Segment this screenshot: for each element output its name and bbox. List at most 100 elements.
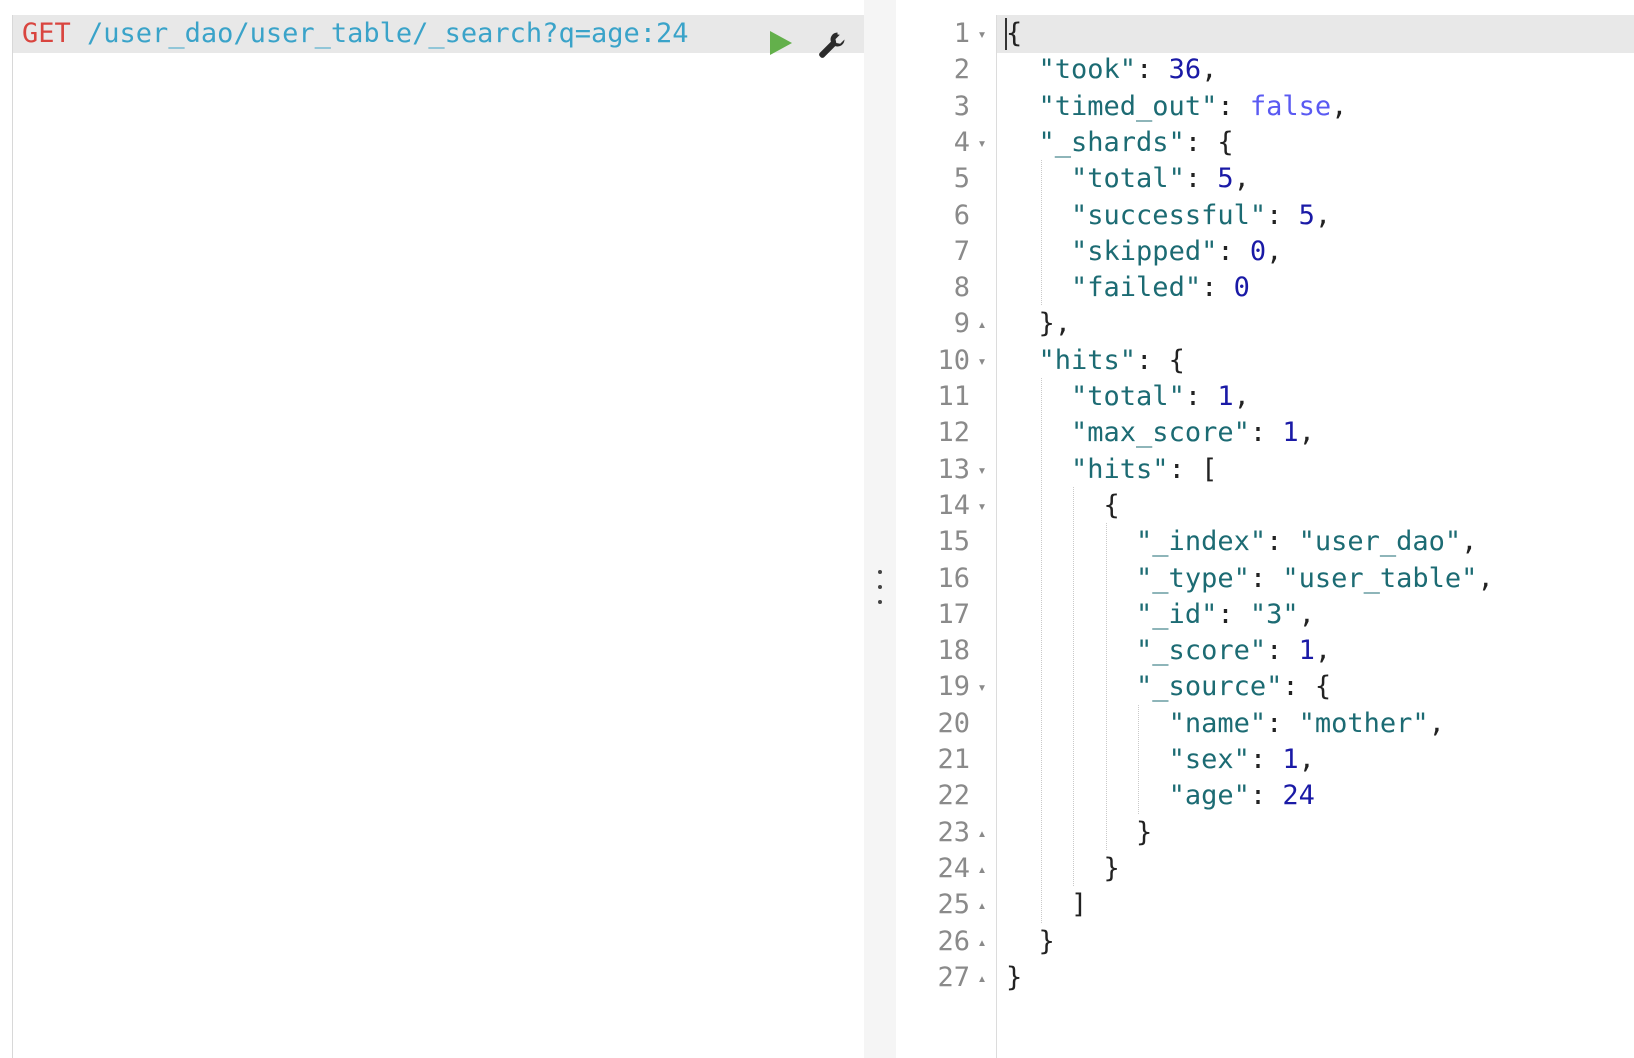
line-number: 25	[937, 889, 970, 921]
token-punc: :	[1217, 90, 1250, 122]
token-punc: ,	[1314, 635, 1332, 667]
fold-arrow-up-icon[interactable]: ▴	[975, 959, 989, 997]
fold-arrow-up-icon[interactable]: ▴	[975, 886, 989, 924]
token-punc: ,	[1477, 562, 1494, 594]
token-key: "_type"	[1136, 562, 1250, 594]
token-punc: }	[1006, 852, 1120, 884]
token-key: "max_score"	[1071, 417, 1250, 449]
token-punc	[1006, 200, 1071, 231]
response-viewer[interactable]: 1 ▾{2 "took": 36, 3 "timed_out": false, 4 ▾ …	[896, 0, 1634, 1058]
token-punc: :	[1249, 780, 1283, 812]
fold-arrow-down-icon[interactable]: ▾	[975, 487, 989, 525]
token-punc: ,	[1461, 526, 1478, 558]
line-number: 14	[937, 489, 970, 521]
token-punc	[1006, 54, 1039, 85]
line-number: 23	[937, 816, 970, 848]
code-line: 6 "successful": 5,	[896, 197, 1634, 235]
fold-arrow-down-icon[interactable]: ▾	[975, 124, 989, 162]
token-punc	[1006, 91, 1039, 122]
token-punc: :	[1249, 744, 1283, 775]
token-key: "name"	[1168, 707, 1267, 739]
token-num: 1	[1282, 744, 1299, 775]
pane-divider	[864, 0, 896, 1058]
token-punc	[1006, 127, 1039, 158]
code-text: }	[1006, 850, 1120, 888]
token-punc: :	[1266, 199, 1299, 231]
text-cursor	[1005, 18, 1007, 50]
handle-dot	[878, 570, 882, 574]
token-key: "failed"	[1071, 272, 1202, 304]
token-key: "_index"	[1136, 526, 1267, 558]
code-line: 26 ▴ }	[896, 923, 1634, 961]
token-punc: : [	[1168, 453, 1218, 485]
code-text: "age": 24	[1006, 777, 1315, 815]
code-text: "_shards": {	[1006, 124, 1234, 162]
indent-guide	[1040, 160, 1042, 306]
code-line: 25 ▴ ]	[896, 886, 1634, 924]
token-punc	[1006, 671, 1136, 702]
code-text: }	[1006, 814, 1152, 852]
code-line: 23 ▴ }	[896, 814, 1634, 852]
token-punc: :	[1249, 562, 1283, 594]
fold-arrow-down-icon[interactable]: ▾	[975, 451, 989, 489]
fold-arrow-up-icon[interactable]: ▴	[975, 850, 989, 888]
indent-guide	[1040, 378, 1042, 923]
code-line: 5 "total": 5,	[896, 160, 1634, 198]
token-num: 24	[1282, 780, 1315, 812]
code-line: 20 "name": "mother",	[896, 705, 1634, 743]
token-punc	[1006, 708, 1169, 739]
fold-arrow-down-icon[interactable]: ▾	[975, 342, 989, 380]
code-line: 14 ▾ {	[896, 487, 1634, 525]
request-editor[interactable]: GET /user_dao/user_table/_search?q=age:2…	[0, 0, 864, 1058]
line-number: 4	[953, 126, 970, 158]
handle-dot	[878, 600, 882, 604]
fold-arrow-up-icon[interactable]: ▴	[975, 814, 989, 852]
code-text: "_index": "user_dao",	[1006, 523, 1477, 561]
token-punc: ,	[1298, 598, 1315, 630]
code-text: }	[1006, 959, 1022, 997]
handle-dot	[878, 585, 882, 589]
token-str: "user_table"	[1282, 562, 1478, 594]
code-text: "successful": 5,	[1006, 197, 1331, 235]
line-number: 10	[937, 344, 970, 376]
token-punc	[1006, 381, 1071, 412]
code-text: "timed_out": false,	[1006, 88, 1348, 126]
token-num: 5	[1298, 199, 1315, 231]
code-line: 24 ▴ }	[896, 850, 1634, 888]
token-punc	[1006, 454, 1071, 485]
code-text: "failed": 0	[1006, 269, 1250, 307]
token-punc: :	[1184, 163, 1218, 195]
token-punc: :	[1266, 707, 1299, 739]
code-text: }	[1006, 923, 1055, 961]
request-text[interactable]: GET /user_dao/user_table/_search?q=age:2…	[22, 15, 689, 53]
run-request-button[interactable]	[766, 28, 796, 58]
token-punc: }	[1006, 816, 1153, 848]
code-text: "hits": {	[1006, 342, 1185, 380]
fold-arrow-up-icon[interactable]: ▴	[975, 923, 989, 961]
request-settings-button[interactable]	[815, 28, 849, 62]
line-number: 2	[953, 54, 970, 86]
request-method: GET	[22, 18, 71, 49]
token-punc	[1006, 563, 1136, 594]
fold-arrow-down-icon[interactable]: ▾	[975, 15, 989, 53]
token-key: "_source"	[1136, 671, 1283, 703]
code-line: 10 ▾ "hits": {	[896, 342, 1634, 380]
token-key: "took"	[1038, 54, 1137, 86]
token-punc: :	[1266, 526, 1299, 558]
token-punc: ,	[1233, 163, 1250, 195]
code-text: "_id": "3",	[1006, 596, 1315, 634]
token-punc: ,	[1298, 417, 1315, 449]
token-num: 36	[1168, 54, 1202, 86]
resize-handle[interactable]	[872, 570, 888, 604]
request-line[interactable]: GET /user_dao/user_table/_search?q=age:2…	[0, 15, 864, 53]
indent-guide	[1138, 704, 1139, 814]
line-number: 1	[953, 18, 970, 49]
fold-arrow-up-icon[interactable]: ▴	[975, 305, 989, 343]
fold-arrow-down-icon[interactable]: ▾	[975, 668, 989, 706]
token-key: "hits"	[1038, 344, 1137, 376]
indent-guide	[1073, 486, 1074, 887]
line-number: 7	[953, 235, 970, 267]
token-num: 0	[1249, 235, 1267, 267]
token-key: "_shards"	[1038, 126, 1185, 158]
line-number: 3	[953, 90, 970, 122]
